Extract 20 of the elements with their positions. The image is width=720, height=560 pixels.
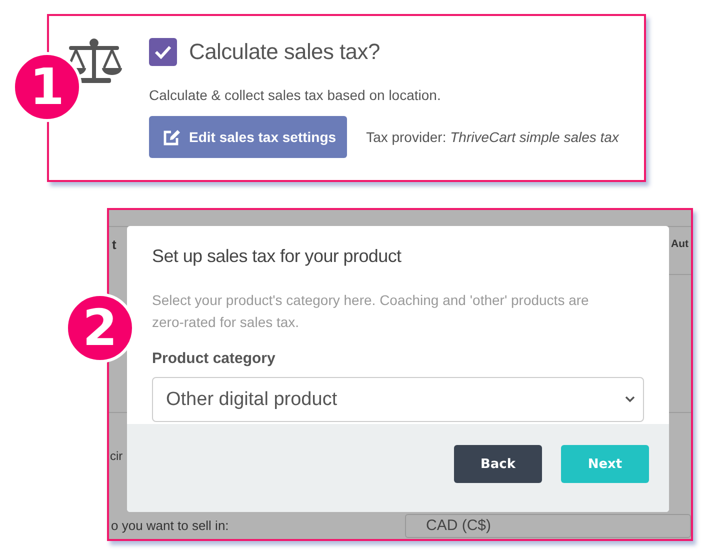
section-label: cir (110, 449, 123, 463)
currency-field[interactable]: CAD (C$) (405, 514, 691, 538)
description: Calculate & collect sales tax based on location. (149, 87, 442, 103)
column-header: t (112, 237, 116, 252)
back-button[interactable]: Back (454, 445, 542, 483)
chevron-down-icon (625, 396, 635, 403)
edit-settings-button[interactable]: Edit sales tax settings (149, 116, 348, 158)
step-badge: 1 (12, 52, 82, 122)
category-select[interactable]: Other digital product (152, 377, 644, 422)
tax-provider-text: Tax provider: ThriveCart simple sales tax (366, 129, 619, 145)
modal-description: Select your product's category here. Coaching and 'other' products are zero-rated for sales tax. (152, 291, 590, 332)
field-label: Product category (152, 350, 276, 367)
checkmark-icon (154, 45, 172, 59)
field-label: o you want to sell in: (111, 518, 229, 533)
checkbox-label: Calculate sales tax? (189, 39, 380, 65)
modal-title: Set up sales tax for your product (152, 246, 402, 267)
edit-icon (163, 128, 181, 146)
checkbox[interactable] (149, 38, 177, 66)
column-header: Aut (671, 238, 688, 250)
step-badge: 2 (65, 293, 135, 363)
